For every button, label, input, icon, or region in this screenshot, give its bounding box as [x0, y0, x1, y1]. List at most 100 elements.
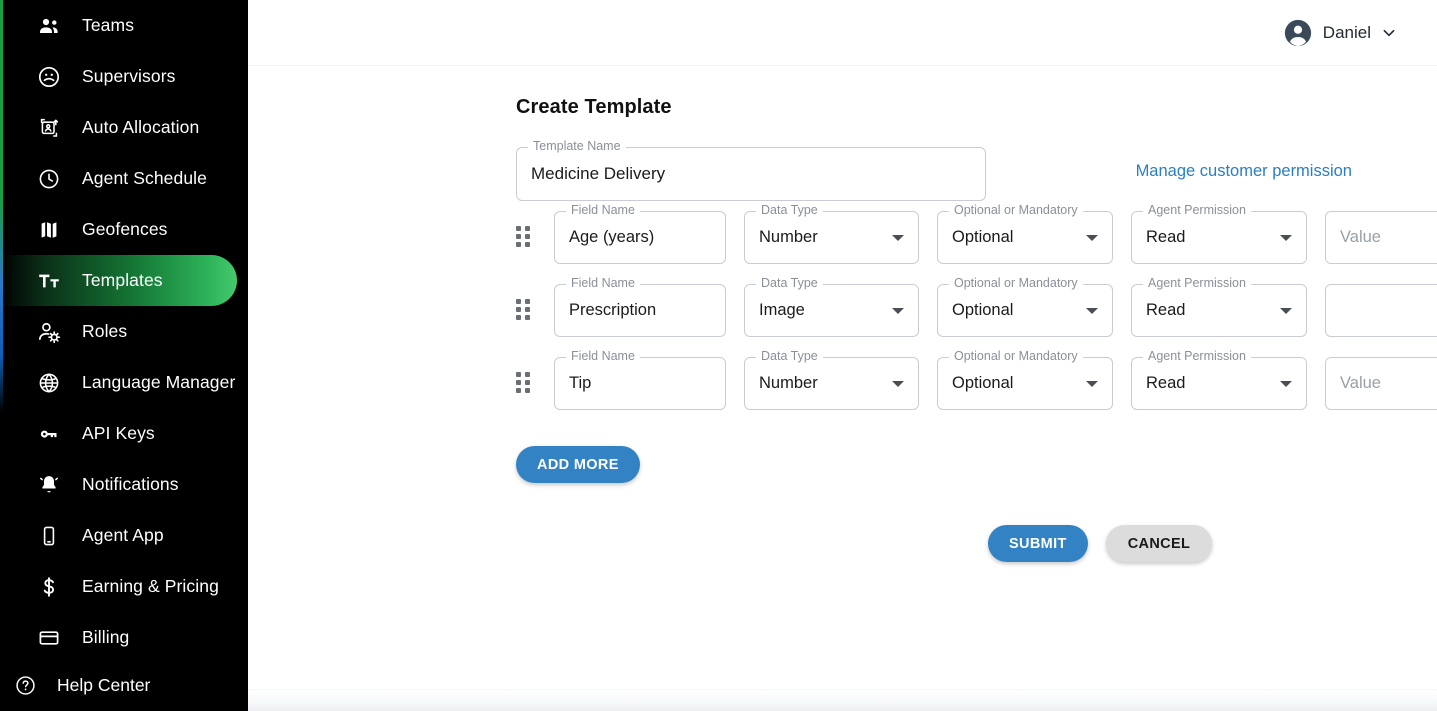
optional-mandatory-value: Optional [952, 301, 1086, 320]
manage-customer-permission-link[interactable]: Manage customer permission [1136, 162, 1352, 181]
agent-permission-legend: Agent Permission [1143, 350, 1251, 363]
sidebar-item-label: Roles [82, 321, 127, 342]
sidebar-item-language-manager[interactable]: Language Manager [0, 357, 248, 408]
drag-handle-icon[interactable] [516, 299, 532, 323]
sidebar-item-label: Auto Allocation [82, 117, 199, 138]
chevron-down-icon[interactable] [1280, 308, 1292, 314]
field-name-legend: Field Name [566, 204, 640, 217]
sidebar-scrollbar[interactable] [0, 0, 3, 711]
chevron-down-icon[interactable] [892, 235, 904, 241]
sidebar-item-label: Geofences [82, 219, 168, 240]
template-name-input[interactable]: Template Name Medicine Delivery [516, 147, 986, 201]
sidebar-item-geofences[interactable]: Geofences [0, 204, 248, 255]
sidebar-item-templates[interactable]: Templates [0, 255, 237, 306]
value-placeholder: Value [1340, 228, 1381, 247]
agent-permission-select[interactable]: Agent Permission Read [1131, 284, 1307, 337]
optional-mandatory-value: Optional [952, 228, 1086, 247]
clock-icon [36, 166, 62, 192]
value-upload-input[interactable] [1325, 284, 1437, 337]
template-field-row: Field Name Prescription Data Type Image … [248, 274, 1437, 347]
optional-mandatory-select[interactable]: Optional or Mandatory Optional [937, 211, 1113, 264]
sidebar-item-earning-pricing[interactable]: Earning & Pricing [0, 561, 248, 612]
chevron-down-icon[interactable] [1381, 25, 1397, 41]
data-type-select[interactable]: Data Type Number [744, 357, 919, 410]
field-name-value: Age (years) [569, 228, 654, 247]
sidebar: Teams Supervisors Auto Allocation Agent … [0, 0, 248, 711]
sidebar-item-supervisors[interactable]: Supervisors [0, 51, 248, 102]
drag-handle-icon[interactable] [516, 372, 532, 396]
value-input[interactable]: Value [1325, 211, 1437, 264]
template-field-row: Field Name Tip Data Type Number Optional… [248, 347, 1437, 420]
add-more-button[interactable]: ADD MORE [516, 446, 640, 483]
field-name-legend: Field Name [566, 277, 640, 290]
optional-mandatory-select[interactable]: Optional or Mandatory Optional [937, 284, 1113, 337]
chevron-down-icon[interactable] [1280, 235, 1292, 241]
data-type-value: Number [759, 228, 892, 247]
field-name-input[interactable]: Field Name Tip [554, 357, 726, 410]
sidebar-item-label: Agent App [82, 525, 164, 546]
main-content: Daniel Create Template Template Name Med… [248, 0, 1437, 711]
optional-mandatory-legend: Optional or Mandatory [949, 350, 1083, 363]
sidebar-item-notifications[interactable]: Notifications [0, 459, 248, 510]
sidebar-item-label: Help Center [57, 675, 150, 696]
sidebar-item-label: Notifications [82, 474, 179, 495]
data-type-value: Image [759, 301, 892, 320]
user-menu[interactable]: Daniel [1283, 18, 1397, 48]
agent-permission-legend: Agent Permission [1143, 204, 1251, 217]
account-circle-icon [1283, 18, 1313, 48]
help-circle-icon [12, 672, 38, 698]
sidebar-item-label: Teams [82, 15, 134, 36]
template-field-row: Field Name Age (years) Data Type Number … [248, 201, 1437, 274]
chevron-down-icon[interactable] [1086, 381, 1098, 387]
sidebar-item-label: Language Manager [82, 372, 235, 393]
cancel-button[interactable]: CANCEL [1106, 525, 1213, 562]
sidebar-item-api-keys[interactable]: API Keys [0, 408, 248, 459]
submit-button[interactable]: SUBMIT [988, 525, 1088, 562]
credit-card-icon [36, 625, 62, 651]
sidebar-item-teams[interactable]: Teams [0, 0, 248, 51]
value-input[interactable]: Value [1325, 357, 1437, 410]
sidebar-item-label: Billing [82, 627, 129, 648]
sidebar-item-roles[interactable]: Roles [0, 306, 248, 357]
sidebar-item-label: Agent Schedule [82, 168, 207, 189]
agent-permission-select[interactable]: Agent Permission Read [1131, 211, 1307, 264]
template-header-row: Template Name Medicine Delivery Manage c… [248, 147, 1437, 201]
agent-permission-legend: Agent Permission [1143, 277, 1251, 290]
page-title: Create Template [516, 96, 1437, 119]
chevron-down-icon[interactable] [892, 381, 904, 387]
chevron-down-icon[interactable] [1280, 381, 1292, 387]
data-type-value: Number [759, 374, 892, 393]
sidebar-item-label: Templates [82, 270, 163, 291]
optional-mandatory-value: Optional [952, 374, 1086, 393]
topbar: Daniel [248, 0, 1437, 66]
data-type-select[interactable]: Data Type Image [744, 284, 919, 337]
sidebar-item-agent-schedule[interactable]: Agent Schedule [0, 153, 248, 204]
globe-icon [36, 370, 62, 396]
teams-icon [36, 13, 62, 39]
field-name-input[interactable]: Field Name Age (years) [554, 211, 726, 264]
auto-allocation-icon [36, 115, 62, 141]
optional-mandatory-legend: Optional or Mandatory [949, 204, 1083, 217]
sidebar-item-auto-allocation[interactable]: Auto Allocation [0, 102, 248, 153]
optional-mandatory-select[interactable]: Optional or Mandatory Optional [937, 357, 1113, 410]
sidebar-item-label: Supervisors [82, 66, 176, 87]
field-name-value: Prescription [569, 301, 656, 320]
field-name-input[interactable]: Field Name Prescription [554, 284, 726, 337]
sidebar-nav: Teams Supervisors Auto Allocation Agent … [0, 0, 248, 659]
user-name: Daniel [1323, 23, 1371, 43]
sidebar-item-billing[interactable]: Billing [0, 612, 248, 659]
data-type-select[interactable]: Data Type Number [744, 211, 919, 264]
drag-handle-icon[interactable] [516, 226, 532, 250]
template-name-legend: Template Name [528, 140, 626, 153]
agent-permission-select[interactable]: Agent Permission Read [1131, 357, 1307, 410]
chevron-down-icon[interactable] [892, 308, 904, 314]
agent-permission-value: Read [1146, 301, 1280, 320]
chevron-down-icon[interactable] [1086, 235, 1098, 241]
template-name-value: Medicine Delivery [531, 164, 665, 184]
supervisors-icon [36, 64, 62, 90]
sidebar-item-help-center[interactable]: Help Center [0, 659, 248, 711]
sidebar-item-agent-app[interactable]: Agent App [0, 510, 248, 561]
data-type-legend: Data Type [756, 277, 823, 290]
dollar-icon [36, 574, 62, 600]
chevron-down-icon[interactable] [1086, 308, 1098, 314]
